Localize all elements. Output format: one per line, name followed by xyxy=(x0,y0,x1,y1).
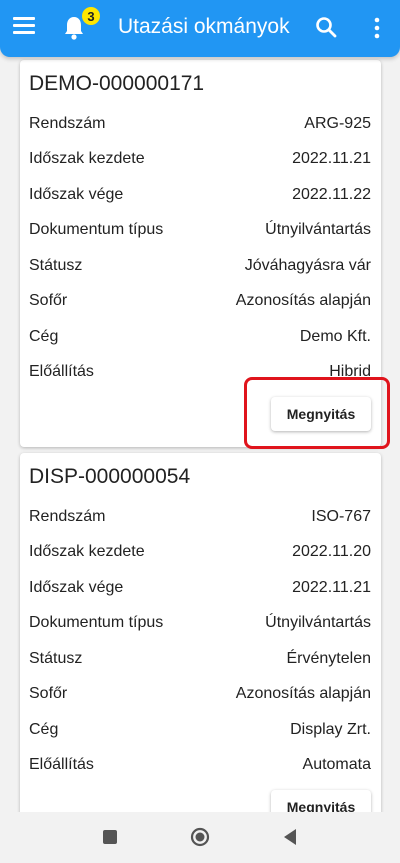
row-license-plate: Rendszám ISO-767 xyxy=(29,508,371,525)
row-company: Cég Display Zrt. xyxy=(29,721,371,738)
page-title: Utazási okmányok xyxy=(118,15,290,38)
row-status: Státusz Érvénytelen xyxy=(29,650,371,667)
row-period-end: Időszak vége 2022.11.22 xyxy=(29,186,371,203)
row-driver: Sofőr Azonosítás alapján xyxy=(29,292,371,309)
document-card: DISP-000000054 Rendszám ISO-767 Időszak … xyxy=(20,453,381,812)
more-vert-icon[interactable] xyxy=(365,15,389,41)
row-period-start: Időszak kezdete 2022.11.20 xyxy=(29,543,371,560)
row-document-type: Dokumentum típus Útnyilvántartás xyxy=(29,614,371,631)
notification-badge: 3 xyxy=(82,7,100,25)
document-id: DEMO-000000171 xyxy=(29,72,205,95)
row-document-type: Dokumentum típus Útnyilvántartás xyxy=(29,221,371,238)
row-period-start: Időszak kezdete 2022.11.21 xyxy=(29,150,371,167)
row-period-end: Időszak vége 2022.11.21 xyxy=(29,579,371,596)
document-id: DISP-000000054 xyxy=(29,465,191,488)
row-company: Cég Demo Kft. xyxy=(29,328,371,345)
open-button[interactable]: Megnyitás xyxy=(271,790,371,812)
row-driver: Sofőr Azonosítás alapján xyxy=(29,685,371,702)
search-icon[interactable] xyxy=(314,15,338,39)
system-nav-bar xyxy=(0,812,400,863)
nav-recents-icon[interactable] xyxy=(103,830,117,844)
highlight-box xyxy=(244,377,390,449)
row-generation: Előállítás Automata xyxy=(29,756,371,773)
nav-home-icon[interactable] xyxy=(190,827,210,847)
nav-back-icon[interactable] xyxy=(283,828,297,846)
row-license-plate: Rendszám ARG-925 xyxy=(29,115,371,132)
menu-icon[interactable] xyxy=(13,17,35,35)
app-bar: 3 Utazási okmányok xyxy=(0,0,400,57)
row-status: Státusz Jóváhagyásra vár xyxy=(29,257,371,274)
